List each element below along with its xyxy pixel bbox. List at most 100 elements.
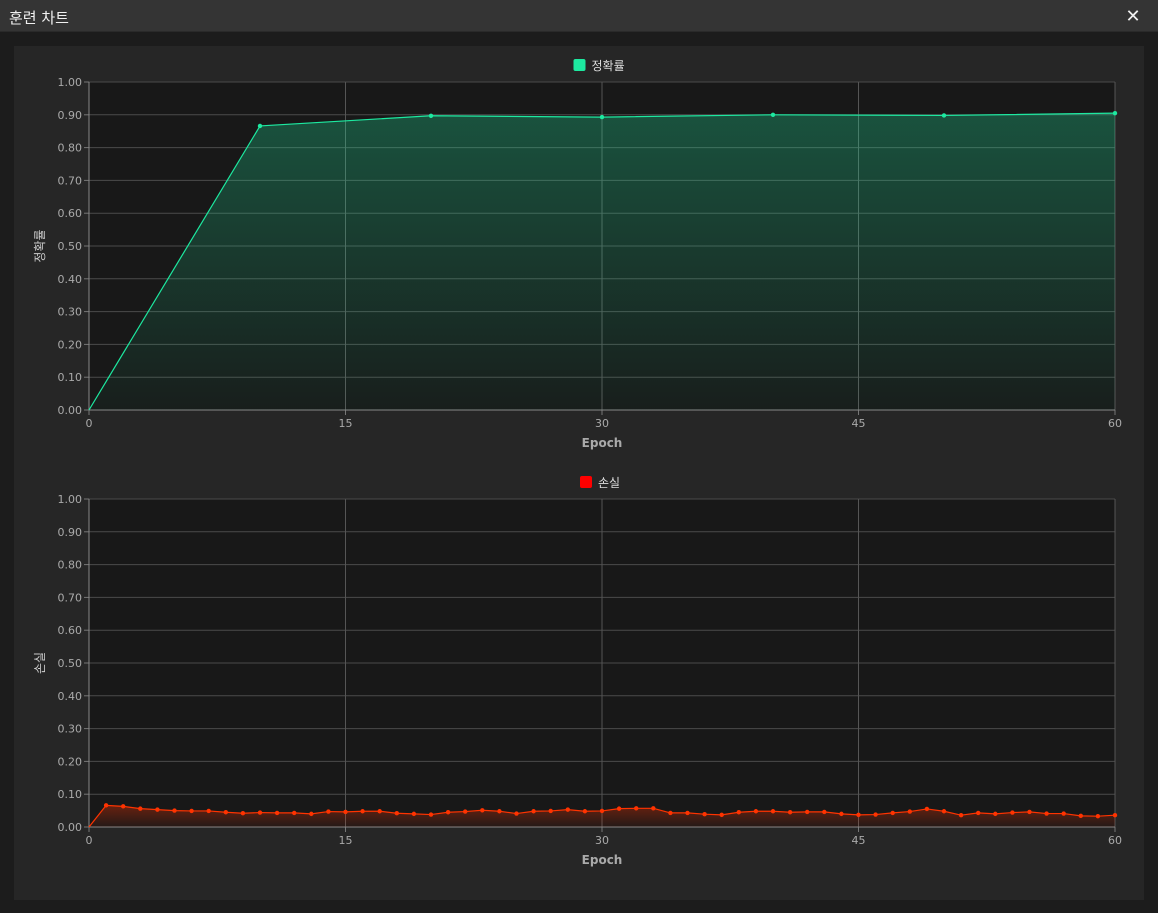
loss-ytick-label: 0.30 xyxy=(58,723,83,736)
loss-data-point xyxy=(753,809,759,814)
loss-ytick-label: 0.90 xyxy=(58,526,83,539)
loss-xtick-label: 0 xyxy=(86,834,93,847)
charts-canvas: 0.00 0.10 0.20 0.30 0.40 0.50 0.60 0.70 0.80 0.90… xyxy=(33,59,1122,867)
accuracy-xtick-label: 60 xyxy=(1108,417,1122,430)
accuracy-ytick-label: 0.40 xyxy=(58,273,83,286)
loss-data-point xyxy=(428,812,434,817)
loss-data-point xyxy=(223,810,228,815)
loss-data-point xyxy=(822,809,827,815)
accuracy-legend-label: 정확률 xyxy=(592,59,625,73)
loss-data-point xyxy=(565,807,570,812)
loss-data-point xyxy=(206,808,211,814)
accuracy-area-fill xyxy=(89,113,1115,410)
loss-data-point xyxy=(634,806,639,811)
loss-ytick-label: 0.20 xyxy=(58,755,83,768)
loss-data-point xyxy=(497,809,502,814)
loss-legend-label: 손실 xyxy=(598,476,620,490)
loss-data-point xyxy=(651,806,656,811)
window-titlebar: 훈련 차트 ✕ xyxy=(0,0,1158,32)
loss-data-point xyxy=(548,808,553,814)
loss-data-point xyxy=(582,809,588,814)
loss-data-point xyxy=(463,809,468,814)
loss-data-point xyxy=(1095,813,1101,819)
accuracy-ytick-label: 0.50 xyxy=(58,240,83,253)
loss-y-axis-label: 손실 xyxy=(33,652,47,674)
chart-panel: 0.00 0.10 0.20 0.30 0.40 0.50 0.60 0.70 0.80 0.90… xyxy=(14,46,1144,900)
accuracy-xtick-label: 15 xyxy=(339,417,353,430)
close-icon[interactable]: ✕ xyxy=(1121,4,1145,28)
accuracy-legend-swatch xyxy=(573,59,586,71)
accuracy-ytick-label: 0.20 xyxy=(58,338,83,351)
accuracy-ytick-label: 0.70 xyxy=(58,174,83,187)
loss-xtick-label: 60 xyxy=(1108,834,1122,847)
loss-data-point xyxy=(155,807,160,812)
loss-ytick-label: 0.10 xyxy=(58,788,83,801)
loss-data-point xyxy=(121,804,126,809)
accuracy-xtick-label: 30 xyxy=(595,417,609,430)
accuracy-chart: 0.00 0.10 0.20 0.30 0.40 0.50 0.60 0.70 0.80 0.90… xyxy=(33,59,1122,450)
loss-data-point xyxy=(958,812,964,818)
loss-data-point xyxy=(685,810,690,816)
accuracy-data-point xyxy=(941,113,947,118)
accuracy-ytick-label: 0.00 xyxy=(58,404,83,417)
loss-data-point xyxy=(257,810,263,815)
loss-data-point xyxy=(616,806,622,811)
loss-data-point xyxy=(976,810,981,816)
accuracy-y-axis-label: 정확률 xyxy=(33,229,47,262)
loss-data-point xyxy=(719,812,724,818)
loss-data-point xyxy=(770,809,776,814)
loss-xtick-label: 30 xyxy=(595,834,609,847)
loss-data-point xyxy=(839,811,844,817)
loss-data-point xyxy=(1044,811,1049,816)
loss-data-point xyxy=(1112,812,1118,818)
loss-data-point xyxy=(599,808,605,814)
loss-data-point xyxy=(668,810,673,816)
accuracy-ytick-label: 0.60 xyxy=(58,207,83,220)
window-title: 훈련 차트 xyxy=(9,9,69,27)
accuracy-ytick-label: 1.00 xyxy=(58,76,83,89)
loss-data-point xyxy=(445,810,451,815)
loss-data-point xyxy=(514,811,519,816)
accuracy-xtick-label: 45 xyxy=(852,417,866,430)
loss-data-point xyxy=(292,810,297,816)
loss-chart: 0.00 0.10 0.20 0.30 0.40 0.50 0.60 0.70 0.80 0.90… xyxy=(33,476,1122,867)
loss-data-point xyxy=(138,806,143,811)
loss-xtick-label: 15 xyxy=(339,834,353,847)
loss-ytick-label: 0.00 xyxy=(58,821,83,834)
accuracy-xtick-label: 0 xyxy=(86,417,93,430)
loss-data-point xyxy=(1010,810,1015,815)
loss-data-point xyxy=(924,806,930,812)
loss-xtick-label: 45 xyxy=(852,834,866,847)
loss-ytick-label: 0.60 xyxy=(58,624,83,637)
loss-data-point xyxy=(240,811,246,816)
loss-data-point xyxy=(480,808,485,813)
accuracy-ytick-label: 0.10 xyxy=(58,371,83,384)
loss-data-point xyxy=(189,808,194,814)
loss-data-point xyxy=(1061,811,1066,816)
accuracy-ytick-label: 0.80 xyxy=(58,142,83,155)
loss-data-point xyxy=(941,809,947,814)
loss-data-point xyxy=(805,809,810,815)
loss-data-point xyxy=(702,812,707,817)
accuracy-data-point xyxy=(257,123,263,129)
loss-x-axis-label: Epoch xyxy=(582,853,623,867)
loss-data-point xyxy=(411,811,417,817)
accuracy-ytick-label: 0.90 xyxy=(58,109,83,122)
loss-data-point xyxy=(1027,809,1032,815)
loss-ytick-label: 0.80 xyxy=(58,559,83,572)
loss-data-point xyxy=(274,810,280,816)
loss-data-point xyxy=(343,809,348,815)
loss-data-point xyxy=(890,810,895,816)
accuracy-data-point xyxy=(1112,110,1118,116)
loss-ytick-label: 1.00 xyxy=(58,493,83,506)
accuracy-ytick-label: 0.30 xyxy=(58,306,83,319)
loss-data-point xyxy=(873,812,878,817)
loss-data-point xyxy=(736,810,741,815)
loss-data-point xyxy=(377,809,382,814)
loss-data-point xyxy=(103,803,109,808)
loss-data-point xyxy=(1078,813,1084,819)
accuracy-x-axis-label: Epoch xyxy=(582,436,623,450)
loss-data-point xyxy=(360,809,365,814)
loss-ytick-label: 0.50 xyxy=(58,657,83,670)
loss-data-point xyxy=(172,808,177,813)
